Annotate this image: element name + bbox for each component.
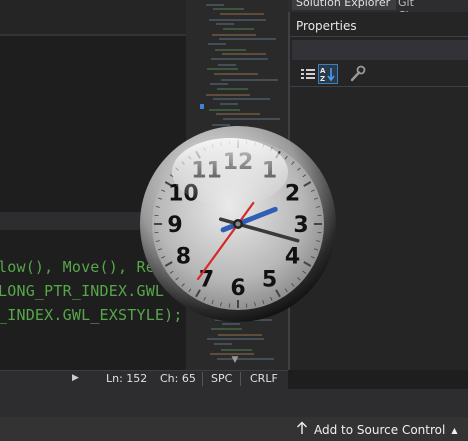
chevron-right-icon[interactable]: ▶ (72, 373, 79, 383)
tab-git-changes[interactable]: Git Changes (394, 0, 468, 22)
minimap-line (221, 349, 252, 351)
clock-numeral: 9 (167, 213, 182, 238)
clock-numeral: 3 (293, 213, 308, 238)
status-separator (240, 372, 241, 386)
minimap-line (220, 13, 264, 15)
minimap-line (207, 68, 238, 70)
minimap-line (217, 358, 274, 360)
minimap-line (213, 8, 244, 10)
divider (290, 86, 468, 87)
caret-up-icon: ▲ (451, 426, 458, 435)
minimap-line (210, 83, 228, 85)
analog-clock-widget[interactable]: 121234567891011 (138, 124, 338, 324)
minimap-line (218, 64, 236, 66)
panel-title: Properties (296, 19, 357, 33)
alphabetical-button[interactable]: A Z (318, 64, 338, 84)
minimap-marker (200, 104, 204, 109)
clock-numeral: 7 (199, 268, 214, 293)
minimap-line (206, 4, 224, 6)
scroll-down-arrow-icon[interactable]: ▼ (230, 356, 240, 365)
editor-tab-strip (0, 0, 186, 34)
divider (290, 36, 468, 37)
minimap-line (220, 103, 238, 105)
status-line-number[interactable]: Ln: 152 (106, 372, 147, 385)
code-line: low(), Move(), Re (0, 258, 155, 276)
clock-numeral: 8 (176, 245, 191, 270)
minimap-line (211, 328, 242, 330)
clock-glass-highlight (172, 138, 288, 206)
minimap-line (218, 334, 262, 336)
minimap-line (223, 28, 254, 30)
minimap-line (209, 109, 240, 111)
source-control-label: Add to Source Control (314, 423, 446, 437)
categorized-button[interactable] (298, 64, 318, 84)
status-column-number[interactable]: Ch: 65 (160, 372, 196, 385)
clock-center-cap (235, 221, 241, 227)
minimap-line (216, 113, 260, 115)
status-whitespace[interactable]: SPC (211, 372, 232, 385)
minimap-line (211, 58, 268, 60)
minimap-line (222, 53, 266, 55)
minimap-line (223, 118, 280, 120)
property-pages-button[interactable] (348, 64, 368, 84)
categorized-icon (301, 69, 315, 79)
clock-numeral: 6 (230, 276, 245, 301)
clock-numeral: 5 (262, 268, 277, 293)
bottom-panel-strip (0, 389, 468, 417)
minimap-line (213, 98, 270, 100)
status-line-ending[interactable]: CRLF (250, 372, 278, 385)
add-to-source-control-button[interactable]: Add to Source Control ▲ (296, 421, 457, 439)
status-separator (202, 372, 203, 386)
minimap-line (216, 23, 234, 25)
clock-numeral: 4 (285, 245, 300, 270)
minimap-line (219, 38, 276, 40)
minimap-line (212, 34, 256, 36)
svg-text:Z: Z (320, 75, 325, 83)
minimap-line (209, 19, 266, 21)
arrow-up-icon (297, 421, 307, 434)
object-selector-dropdown[interactable] (292, 40, 468, 60)
minimap-line (214, 343, 232, 345)
minimap-line (221, 79, 278, 81)
tab-solution-explorer[interactable]: Solution Explorer (292, 0, 396, 10)
minimap-line (208, 43, 226, 45)
minimap-line (217, 88, 248, 90)
minimap-line (215, 49, 246, 51)
clock-numeral: 2 (285, 182, 300, 207)
svg-text:A: A (320, 67, 326, 75)
minimap-line (207, 338, 264, 340)
wrench-icon (350, 65, 366, 82)
minimap-line (214, 73, 258, 75)
alphabetical-icon: A Z (320, 67, 335, 83)
minimap-line (206, 94, 250, 96)
